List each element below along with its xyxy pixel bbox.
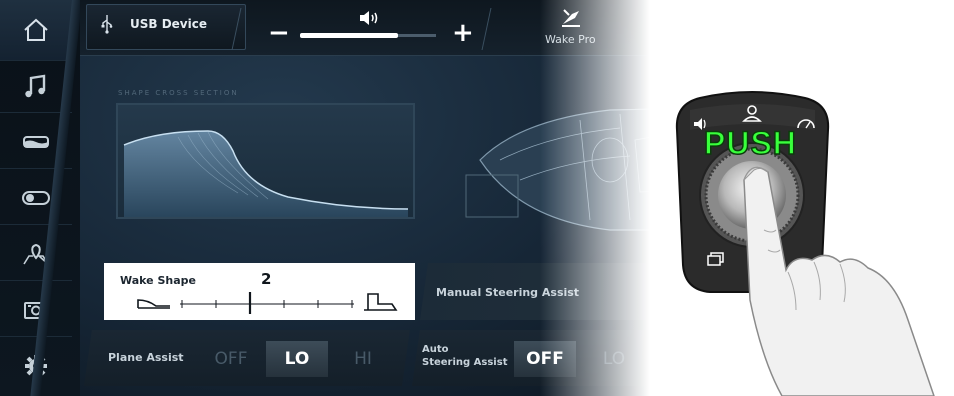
boat-icon <box>23 136 49 148</box>
home-icon <box>24 18 48 41</box>
small-wake-icon <box>137 299 170 309</box>
music-icon <box>25 74 46 98</box>
volume-icon <box>360 11 378 25</box>
volume-slider-fill <box>300 33 398 38</box>
wake-pro-icon <box>562 9 580 27</box>
toggle-icon <box>22 191 50 205</box>
manual-steering-assist-label: Manual Steering Assist <box>436 286 580 299</box>
sidebar-item-home[interactable] <box>0 0 74 61</box>
boat-wireframe-graphic <box>465 107 700 231</box>
sidebar-item-map[interactable] <box>0 228 72 281</box>
plane-assist-lo-button[interactable]: LO <box>266 341 328 377</box>
volume-down-button[interactable]: − <box>268 20 290 46</box>
display-screen: USB Device − + Wake Pro SHAPE CROSS SECT… <box>0 0 700 396</box>
plane-assist-hi-button[interactable]: HI <box>338 341 388 377</box>
large-wake-icon <box>364 293 398 311</box>
pointing-hand-illustration <box>743 166 935 396</box>
auto-steering-label-line2: Steering Assist <box>422 357 508 368</box>
wake-shape-slider[interactable] <box>134 286 404 316</box>
shape-cross-section-view <box>116 103 415 219</box>
wake-pro-tab-label[interactable]: Wake Pro <box>545 33 596 46</box>
sidebar-item-camera[interactable] <box>0 284 72 337</box>
section-title: SHAPE CROSS SECTION <box>118 89 239 97</box>
plane-assist-off-button[interactable]: OFF <box>206 341 256 377</box>
auto-steering-off-button[interactable]: OFF <box>514 341 576 377</box>
auto-steering-lo-button[interactable]: LO <box>594 341 634 377</box>
usb-device-label: USB Device <box>130 17 207 31</box>
volume-up-button[interactable]: + <box>452 20 474 46</box>
usb-icon <box>101 15 113 34</box>
volume-slider[interactable] <box>300 33 436 38</box>
auto-steering-label-line1: Auto <box>422 344 449 355</box>
wake-profile-graphic <box>123 130 409 217</box>
plane-assist-label: Plane Assist <box>108 351 184 364</box>
